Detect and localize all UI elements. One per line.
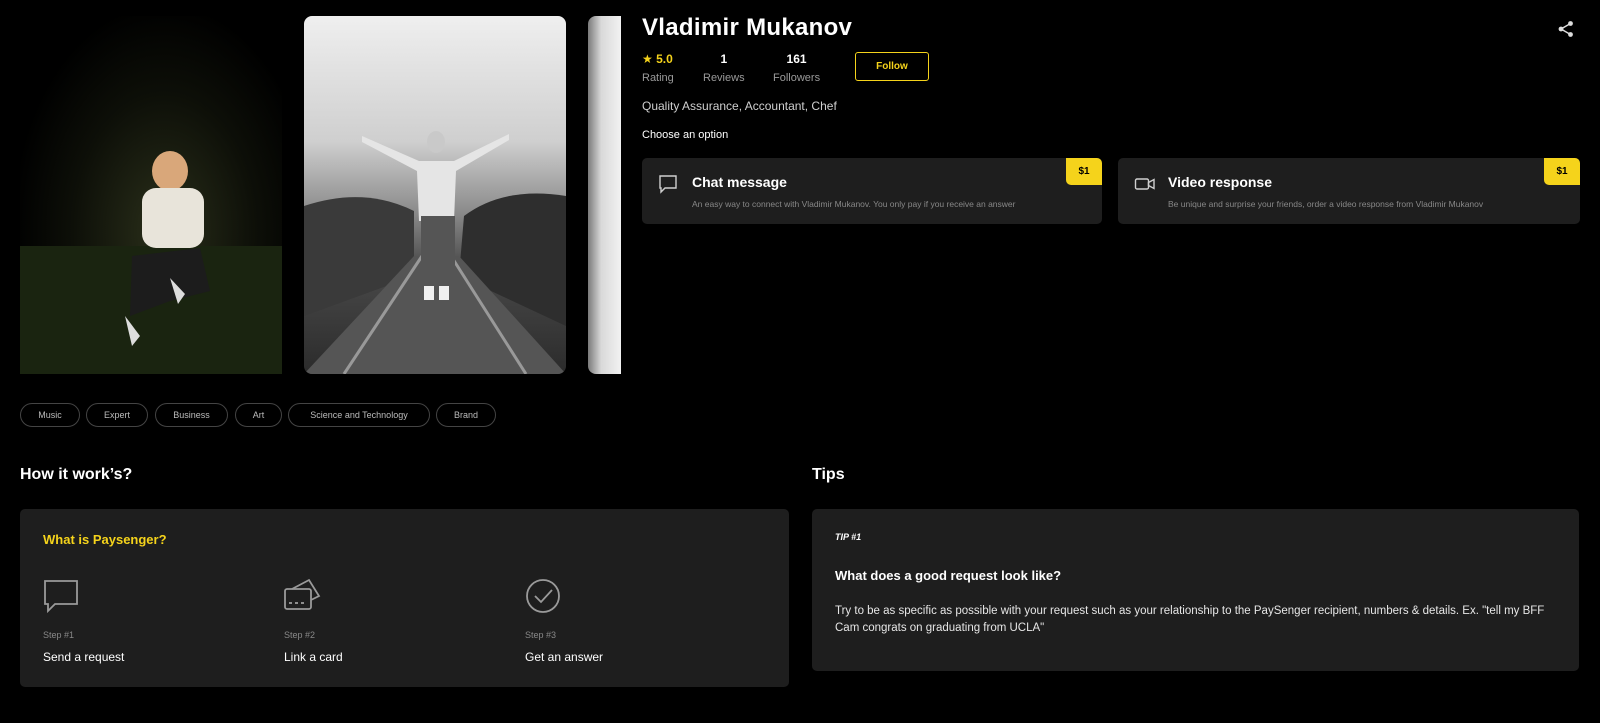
step-label: Send a request [43,650,125,664]
profile-photo-1[interactable] [20,16,282,374]
profile-name: Vladimir Mukanov [642,14,853,41]
option-description: Be unique and surprise your friends, ord… [1168,199,1484,209]
rating-value-row: ★ 5.0 [642,52,674,66]
tip-heading: What does a good request look like? [835,568,1062,583]
reviews-label: Reviews [703,72,745,84]
option-chat-message[interactable]: Chat message An easy way to connect with… [642,158,1102,224]
choose-option-label: Choose an option [642,129,729,141]
step-number: Step #2 [284,630,316,640]
chat-bubble-icon [659,175,677,194]
video-camera-icon [1134,178,1155,190]
followers-value: 161 [786,52,807,66]
reviews-stat[interactable]: 1 Reviews [703,52,745,84]
option-description: An easy way to connect with Vladimir Muk… [692,199,1016,209]
option-video-response[interactable]: Video response Be unique and surprise yo… [1118,158,1580,224]
follow-button[interactable]: Follow [855,52,929,81]
star-icon: ★ [642,52,653,66]
tag-expert[interactable]: Expert [86,403,148,427]
rating-stat: ★ 5.0 Rating [642,52,674,84]
price-badge: $1 [1544,158,1580,185]
how-it-works-title: How it work’s? [20,466,133,483]
photo-2-illustration [304,131,566,374]
step-label: Link a card [284,650,343,664]
what-is-paysenger-title: What is Paysenger? [43,532,167,547]
followers-label: Followers [773,72,821,84]
step-number: Step #1 [43,630,75,640]
price-badge: $1 [1066,158,1102,185]
followers-stat: 161 Followers [773,52,820,84]
tips-panel [812,509,1579,671]
chat-bubble-icon [44,580,78,614]
tips-title: Tips [812,466,845,483]
profile-photo-2[interactable] [304,16,566,374]
photo-1-illustration [20,151,282,374]
tip-number: TIP #1 [835,532,862,542]
rating-value: 5.0 [656,52,673,66]
tag-brand[interactable]: Brand [436,403,496,427]
profession-text: Quality Assurance, Accountant, Chef [642,99,837,113]
reviews-value: 1 [720,52,728,66]
tip-text: Try to be as specific as possible with y… [835,605,1545,634]
tag-science-and-technology[interactable]: Science and Technology [288,403,430,427]
tag-art[interactable]: Art [235,403,282,427]
option-title: Video response [1168,174,1273,190]
tag-business[interactable]: Business [155,403,228,427]
step-label: Get an answer [525,650,604,664]
option-title: Chat message [692,174,787,190]
step-number: Step #3 [525,630,557,640]
check-circle-icon [526,579,560,613]
tag-music[interactable]: Music [20,403,80,427]
rating-label: Rating [642,72,674,84]
credit-card-icon [284,578,321,610]
share-icon[interactable] [1557,20,1575,38]
profile-photo-3[interactable] [588,16,621,374]
